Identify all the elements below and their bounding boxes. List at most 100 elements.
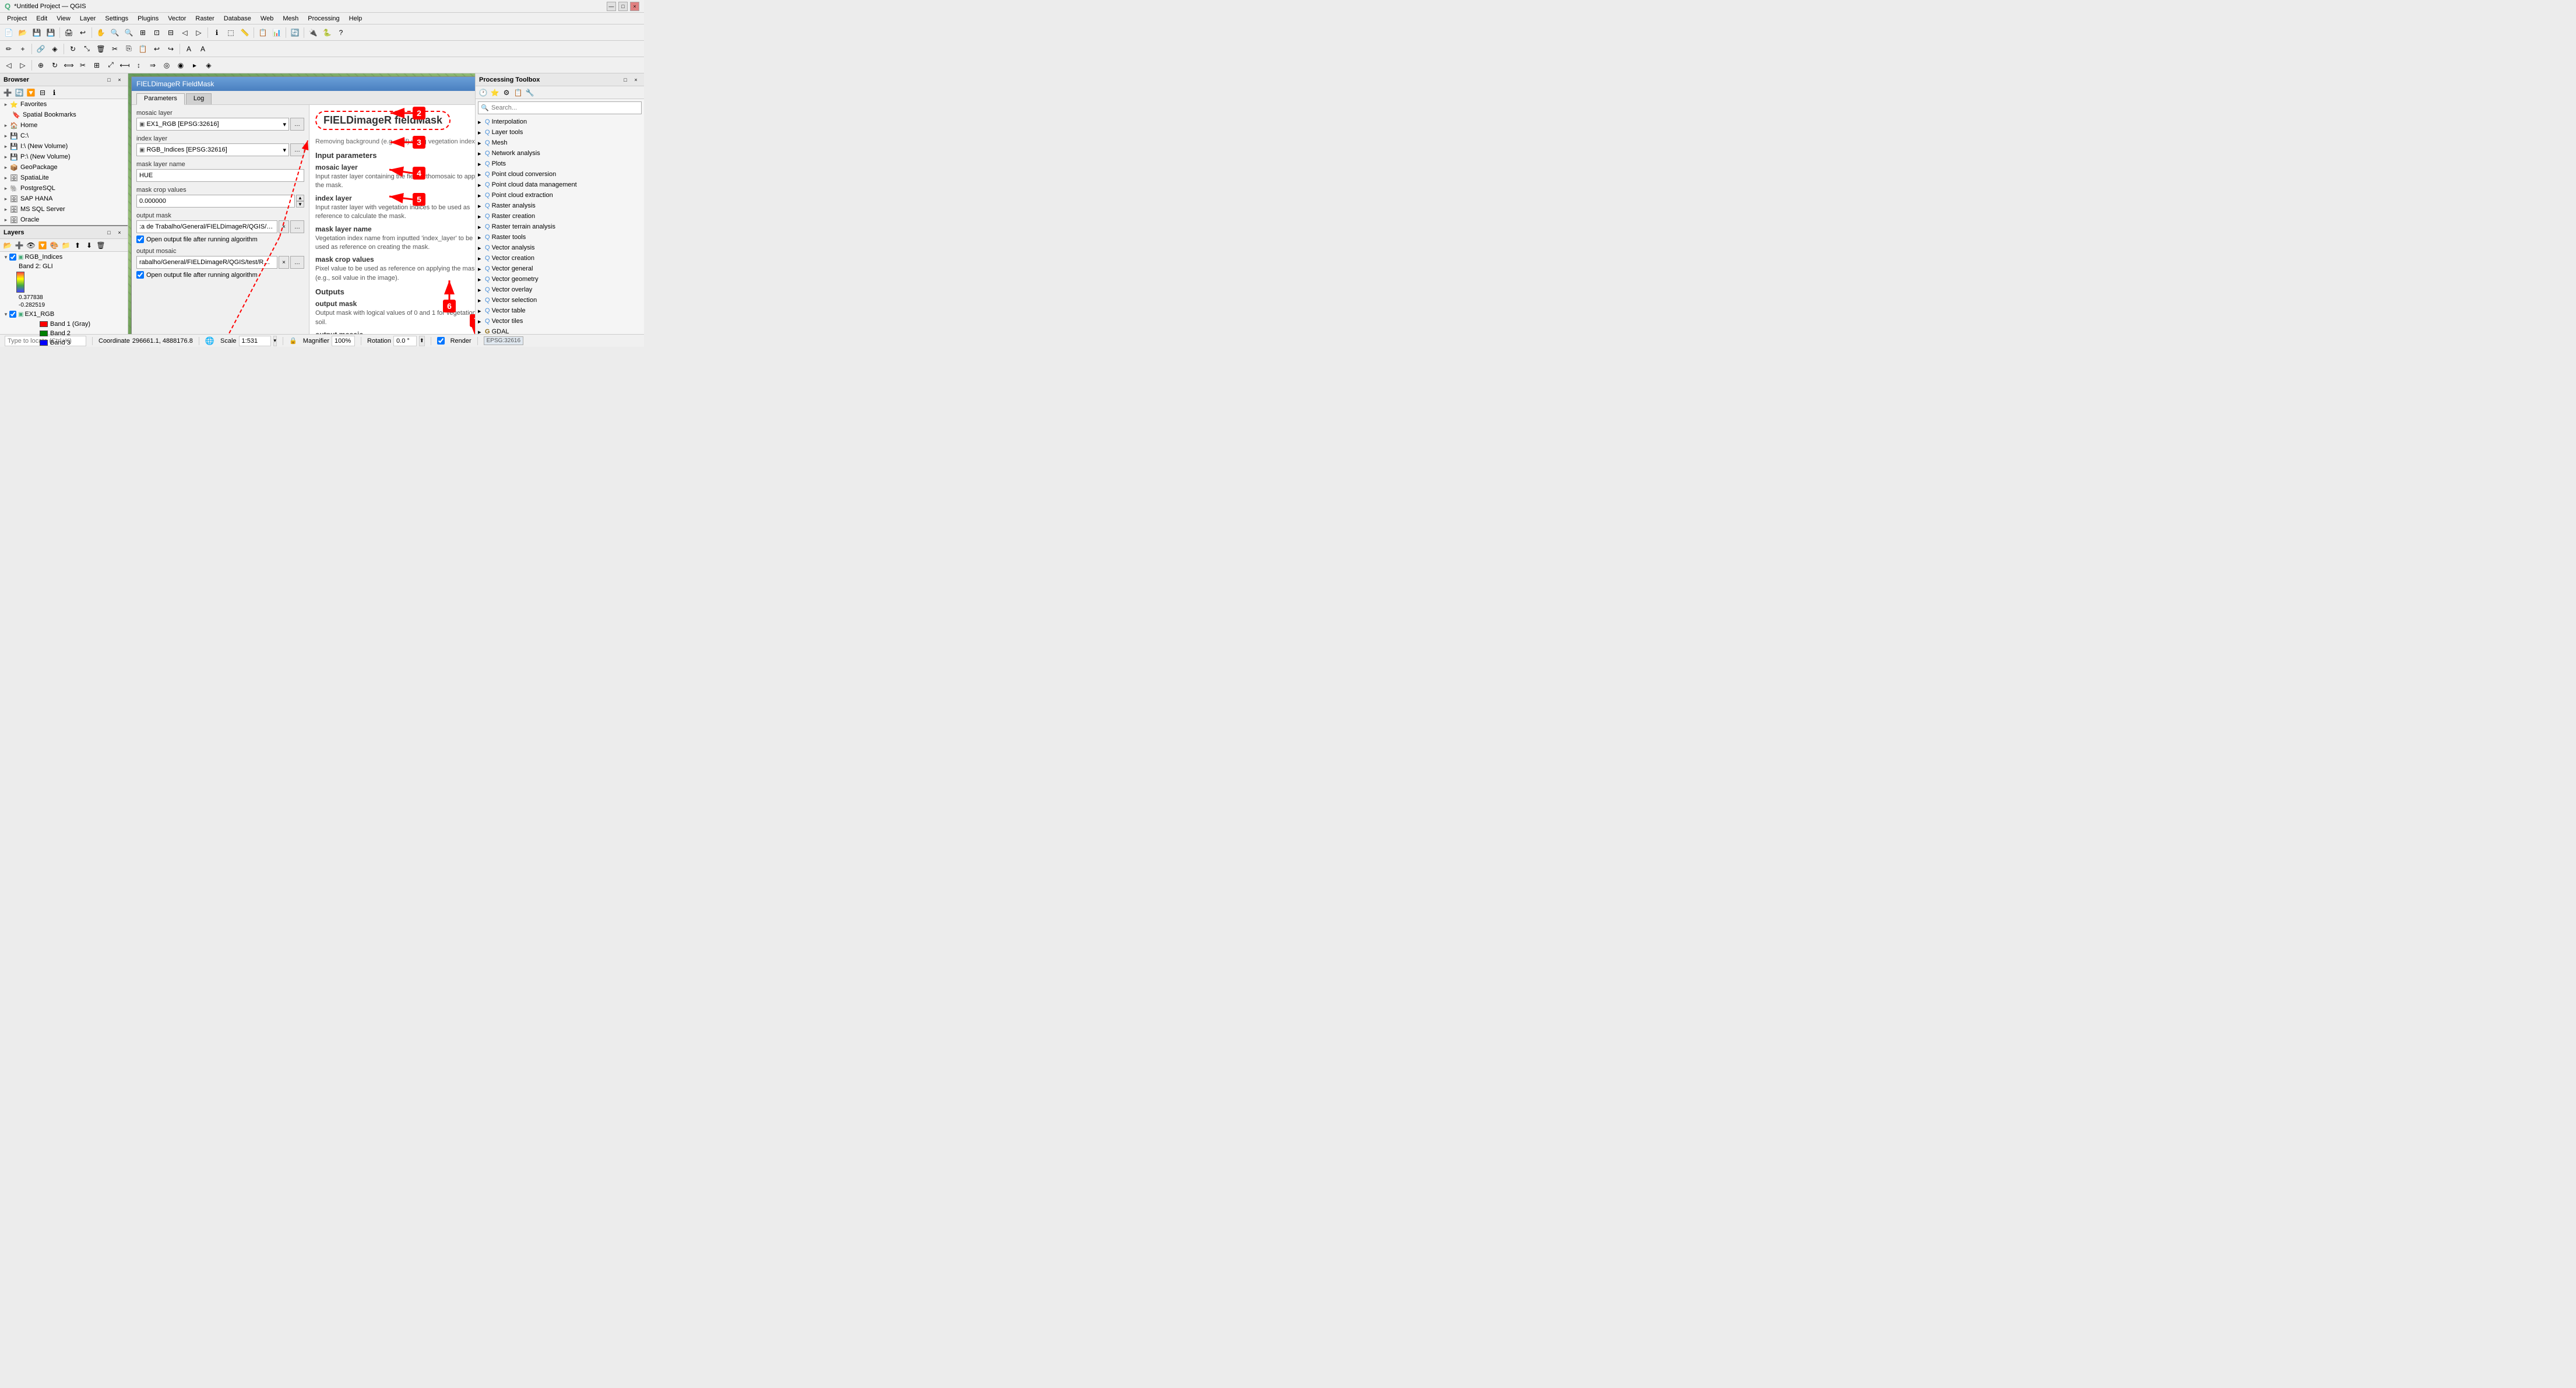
browser-sap-hana[interactable]: ▸ 🗄 SAP HANA <box>0 194 128 204</box>
tab-log[interactable]: Log <box>186 93 212 104</box>
map-canvas[interactable]: FIELDimageR FieldMask × Parameters Log m… <box>128 73 475 334</box>
python-btn[interactable]: 🐍 <box>321 26 333 39</box>
output-mosaic-browse-btn[interactable]: … <box>290 256 304 269</box>
offset-btn[interactable]: ⤢ <box>104 59 117 72</box>
browser-filter-btn[interactable]: 🔽 <box>26 87 36 98</box>
label2-btn[interactable]: A <box>196 43 209 55</box>
browser-toggle-btn[interactable]: □ <box>104 75 114 85</box>
minimize-btn[interactable]: — <box>607 2 616 11</box>
vertex2-btn[interactable]: ◈ <box>202 59 215 72</box>
refresh-btn[interactable]: 🔄 <box>288 26 301 39</box>
print-btn[interactable]: 🖨 <box>62 26 75 39</box>
mask-layer-name-input[interactable] <box>136 169 304 182</box>
toolbox-close-btn[interactable]: × <box>631 75 641 85</box>
toolbox-vector-overlay[interactable]: ▸ Q Vector overlay <box>476 284 644 295</box>
menu-database[interactable]: Database <box>219 13 256 24</box>
toolbox-raster-tools[interactable]: ▸ Q Raster tools <box>476 232 644 243</box>
vertex-btn[interactable]: ▸ <box>188 59 201 72</box>
browser-close-btn[interactable]: × <box>115 75 124 85</box>
toolbox-layer-tools[interactable]: ▸ Q Layer tools <box>476 127 644 138</box>
toolbox-raster-analysis[interactable]: ▸ Q Raster analysis <box>476 201 644 211</box>
menu-web[interactable]: Web <box>256 13 278 24</box>
menu-project[interactable]: Project <box>2 13 31 24</box>
toolbox-interpolation[interactable]: ▸ Q Interpolation <box>476 117 644 127</box>
browser-add-btn[interactable]: ➕ <box>2 87 13 98</box>
browser-spatialite[interactable]: ▸ 🗄 SpatiaLite <box>0 173 128 183</box>
toolbox-fav-btn[interactable]: ⭐ <box>490 87 500 98</box>
zoom-layer-btn[interactable]: ⊟ <box>164 26 177 39</box>
spin-up-btn[interactable]: ▲ <box>296 195 304 201</box>
help-icon-btn[interactable]: ? <box>335 26 347 39</box>
zoom-in-btn[interactable]: 🔍 <box>108 26 121 39</box>
ring-btn[interactable]: ◎ <box>160 59 173 72</box>
browser-collapse-btn[interactable]: ⊟ <box>37 87 48 98</box>
toolbox-recent-btn[interactable]: 🕐 <box>478 87 488 98</box>
rotation-input[interactable] <box>393 336 417 346</box>
toolbox-point-cloud-conv[interactable]: ▸ Q Point cloud conversion <box>476 169 644 180</box>
browser-i-drive[interactable]: ▸ 💾 I:\ (New Volume) <box>0 141 128 152</box>
toolbox-mesh[interactable]: ▸ Q Mesh <box>476 138 644 148</box>
layers-remove-btn[interactable]: 🗑 <box>96 240 106 251</box>
open-output-mosaic-checkbox[interactable] <box>136 271 144 279</box>
browser-mssql[interactable]: ▸ 🗄 MS SQL Server <box>0 204 128 215</box>
layer-visibility-checkbox[interactable] <box>9 254 16 261</box>
toolbox-plots[interactable]: ▸ Q Plots <box>476 159 644 169</box>
mask-crop-values-input[interactable] <box>136 195 295 208</box>
undo2-btn[interactable]: ↩ <box>150 43 163 55</box>
fill-btn[interactable]: ◉ <box>174 59 187 72</box>
close-btn[interactable]: × <box>630 2 639 11</box>
scale-dropdown-btn[interactable]: ▾ <box>273 336 277 346</box>
menu-layer[interactable]: Layer <box>75 13 101 24</box>
copy-btn[interactable]: ⎘ <box>122 43 135 55</box>
toolbox-vector-geometry[interactable]: ▸ Q Vector geometry <box>476 274 644 284</box>
open-project-btn[interactable]: 📂 <box>16 26 29 39</box>
merge-btn[interactable]: ⊞ <box>90 59 103 72</box>
label-btn[interactable]: A <box>182 43 195 55</box>
spin-down-btn[interactable]: ▼ <box>296 201 304 208</box>
browser-p-drive[interactable]: ▸ 💾 P:\ (New Volume) <box>0 152 128 162</box>
zoom-next-btn[interactable]: ▷ <box>192 26 205 39</box>
output-mask-browse-btn[interactable]: … <box>290 220 304 233</box>
titlebar-controls[interactable]: — □ × <box>607 2 639 11</box>
toolbox-vector-general[interactable]: ▸ Q Vector general <box>476 263 644 274</box>
menu-view[interactable]: View <box>52 13 75 24</box>
paste-btn[interactable]: 📋 <box>136 43 149 55</box>
layers-up-btn[interactable]: ⬆ <box>72 240 83 251</box>
rotation-spin-btn[interactable]: ⬆ <box>419 336 425 346</box>
layer-visibility-checkbox[interactable] <box>9 311 16 318</box>
browser-spatial-bookmarks[interactable]: 🔖 Spatial Bookmarks <box>0 110 128 120</box>
toolbox-settings-btn[interactable]: ⚙ <box>501 87 512 98</box>
add-btn[interactable]: + <box>16 43 29 55</box>
mirror-btn[interactable]: ⟺ <box>62 59 75 72</box>
move2-btn[interactable]: ⇒ <box>146 59 159 72</box>
toolbox-results-btn[interactable]: 📋 <box>513 87 523 98</box>
cut-btn[interactable]: ✂ <box>108 43 121 55</box>
browser-oracle[interactable]: ▸ 🗄 Oracle <box>0 215 128 225</box>
layers-toggle-btn[interactable]: □ <box>104 228 114 237</box>
toolbox-network-analysis[interactable]: ▸ Q Network analysis <box>476 148 644 159</box>
rotate2-btn[interactable]: ↻ <box>48 59 61 72</box>
coord-btn[interactable]: ⊕ <box>34 59 47 72</box>
node-btn[interactable]: ◈ <box>48 43 61 55</box>
menu-help[interactable]: Help <box>344 13 367 24</box>
browser-c-drive[interactable]: ▸ 💾 C:\ <box>0 131 128 141</box>
nav2-btn[interactable]: ▷ <box>16 59 29 72</box>
menu-settings[interactable]: Settings <box>100 13 133 24</box>
zoom-last-btn[interactable]: ◁ <box>178 26 191 39</box>
output-mosaic-input[interactable] <box>136 256 277 269</box>
identify-btn[interactable]: ℹ <box>210 26 223 39</box>
tab-parameters[interactable]: Parameters <box>136 93 185 105</box>
scale-btn[interactable]: ⤡ <box>80 43 93 55</box>
menu-edit[interactable]: Edit <box>31 13 52 24</box>
delete-btn[interactable]: 🗑 <box>94 43 107 55</box>
zoom-extent-btn[interactable]: ⊞ <box>136 26 149 39</box>
maximize-btn[interactable]: □ <box>618 2 628 11</box>
rotate-btn[interactable]: ↻ <box>66 43 79 55</box>
save-as-btn[interactable]: 💾 <box>44 26 57 39</box>
toolbox-point-cloud-ext[interactable]: ▸ Q Point cloud extraction <box>476 190 644 201</box>
zoom-out-btn[interactable]: 🔍 <box>122 26 135 39</box>
reshape-btn[interactable]: ⟻ <box>118 59 131 72</box>
layers-filter-btn[interactable]: 🔽 <box>37 240 48 251</box>
toolbox-options-btn[interactable]: 🔧 <box>525 87 535 98</box>
index-layer-select[interactable]: ▣ RGB_Indices [EPSG:32616] ▾ <box>136 143 289 156</box>
